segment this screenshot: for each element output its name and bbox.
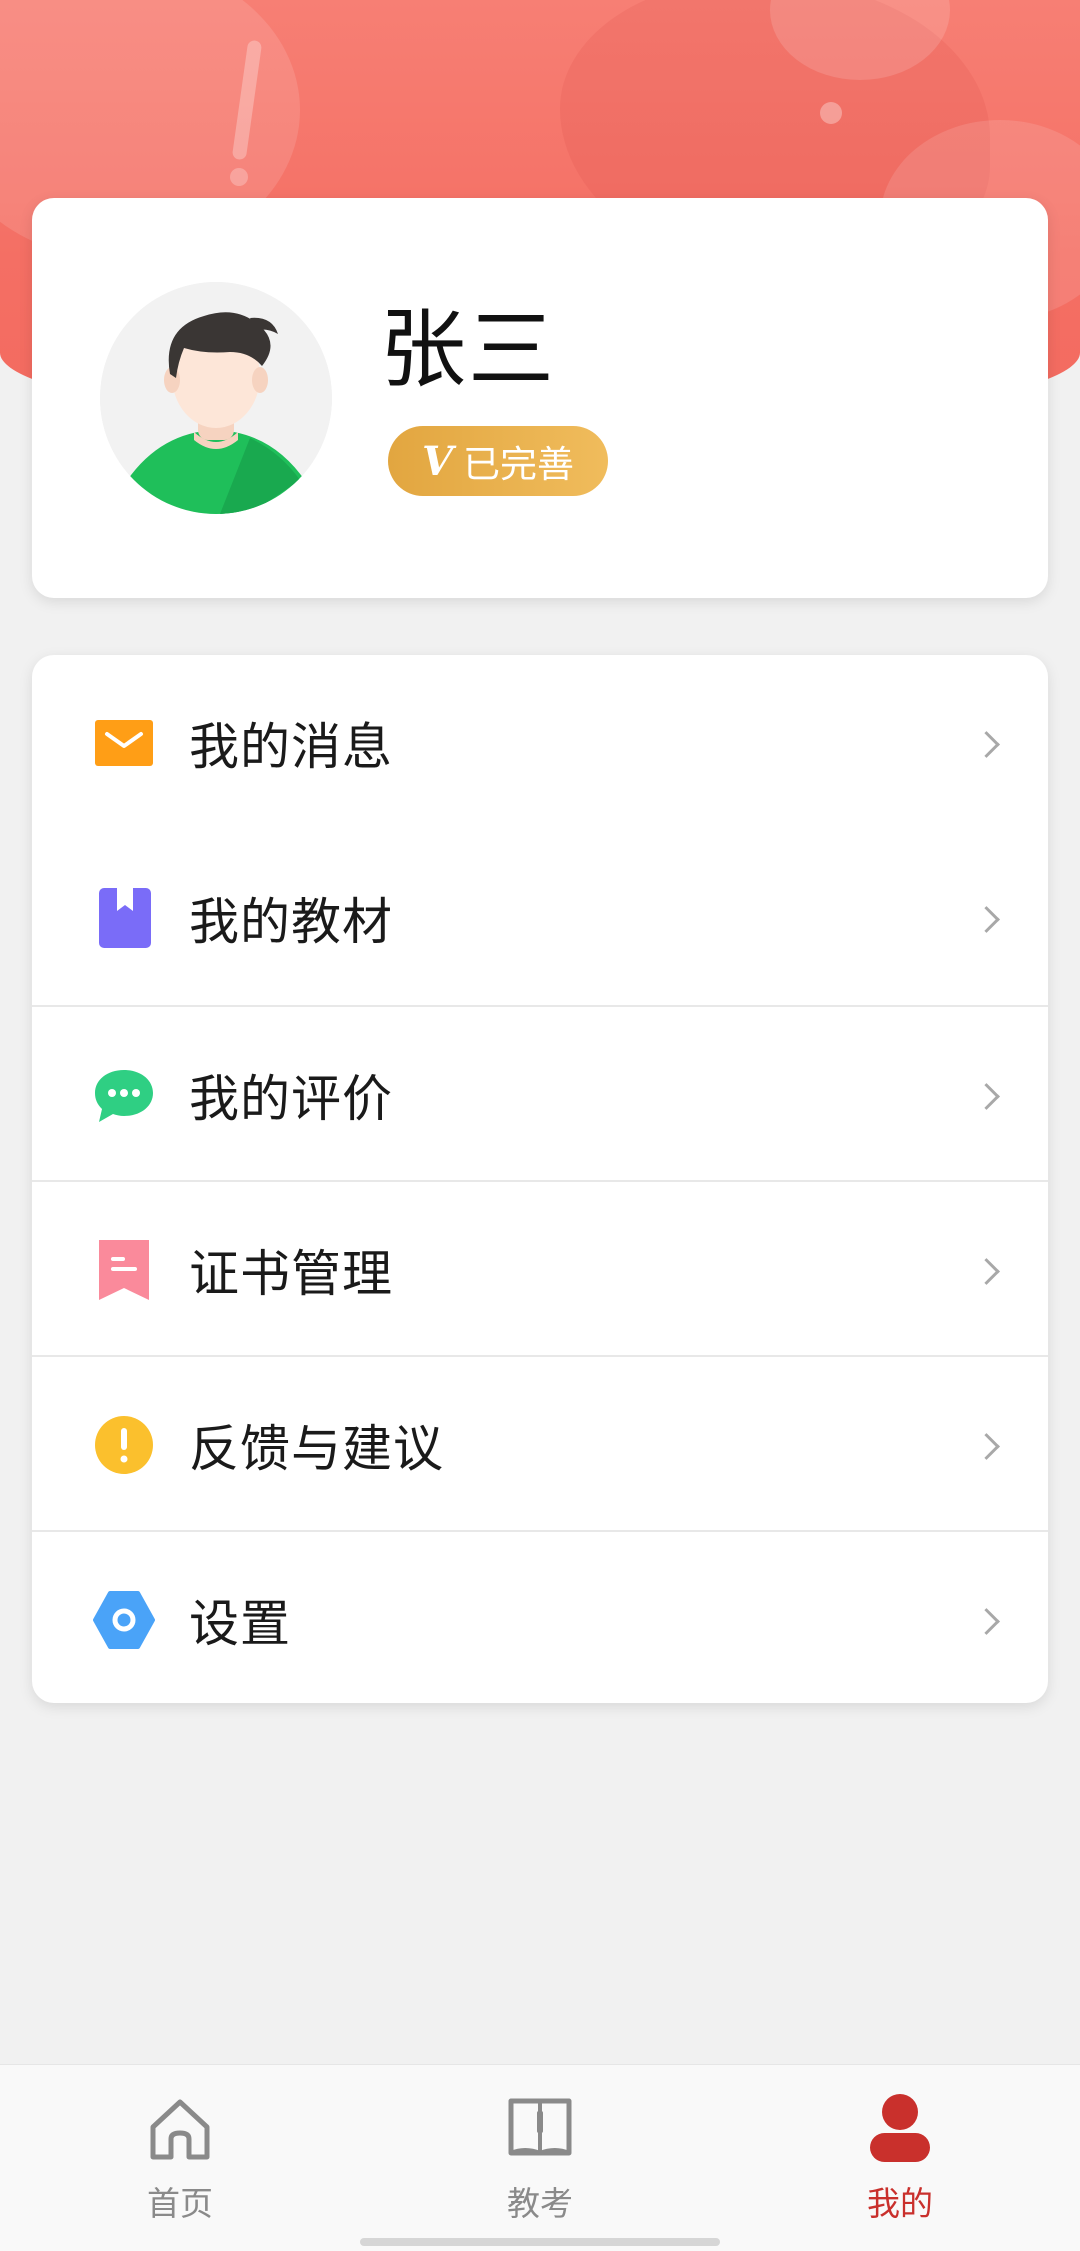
menu-item-settings[interactable]: 设置 xyxy=(32,1530,1048,1703)
menu-item-label: 证书管理 xyxy=(189,1244,393,1303)
bottom-tab-bar: 首页 教考 我的 xyxy=(0,2064,1080,2251)
menu-item-messages[interactable]: 我的消息 xyxy=(32,655,1048,830)
chevron-right-icon xyxy=(973,1257,1000,1285)
badge-text: 已完善 xyxy=(463,443,575,486)
header-decoration xyxy=(230,168,248,186)
tab-home[interactable]: 首页 xyxy=(80,2065,280,2251)
profile-card[interactable]: 张三 V 已完善 xyxy=(32,198,1048,598)
chevron-right-icon xyxy=(973,905,1000,933)
tab-label: 我的 xyxy=(867,2184,933,2223)
chevron-right-icon xyxy=(973,1607,1000,1635)
tab-label: 教考 xyxy=(507,2184,573,2223)
avatar[interactable] xyxy=(100,282,332,514)
certificate-ribbon-icon xyxy=(93,1239,155,1301)
home-icon xyxy=(150,2099,210,2160)
menu-item-label: 我的消息 xyxy=(189,717,393,776)
menu-item-label: 设置 xyxy=(189,1594,291,1653)
badge-v-icon: V xyxy=(422,437,454,485)
menu-item-label: 反馈与建议 xyxy=(189,1419,444,1478)
user-avatar-icon xyxy=(100,282,332,514)
person-icon xyxy=(870,2094,930,2162)
header-decoration xyxy=(820,102,842,124)
menu-item-textbooks[interactable]: 我的教材 xyxy=(32,830,1048,1005)
menu-list: 我的消息 我的教材 我的评价 证书管理 反馈与建议 设置 xyxy=(32,655,1048,1703)
chevron-right-icon xyxy=(973,730,1000,758)
tab-label: 首页 xyxy=(147,2184,213,2223)
home-indicator[interactable] xyxy=(360,2238,720,2246)
bookmark-book-icon xyxy=(93,887,155,949)
mail-icon xyxy=(93,712,155,774)
menu-item-certificates[interactable]: 证书管理 xyxy=(32,1180,1048,1357)
exclamation-circle-icon xyxy=(93,1414,155,1476)
menu-item-label: 我的评价 xyxy=(189,1069,393,1128)
chat-bubble-icon xyxy=(93,1064,155,1126)
tab-teaching-exam[interactable]: 教考 xyxy=(440,2065,640,2251)
menu-item-label: 我的教材 xyxy=(189,892,393,951)
user-name: 张三 xyxy=(380,300,556,400)
open-book-icon xyxy=(508,2098,572,2156)
chevron-right-icon xyxy=(973,1432,1000,1460)
tab-mine[interactable]: 我的 xyxy=(800,2065,1000,2251)
menu-item-feedback[interactable]: 反馈与建议 xyxy=(32,1355,1048,1532)
chevron-right-icon xyxy=(973,1082,1000,1110)
verification-badge: V 已完善 xyxy=(388,426,608,496)
settings-hexagon-icon xyxy=(93,1589,155,1651)
menu-item-reviews[interactable]: 我的评价 xyxy=(32,1005,1048,1182)
